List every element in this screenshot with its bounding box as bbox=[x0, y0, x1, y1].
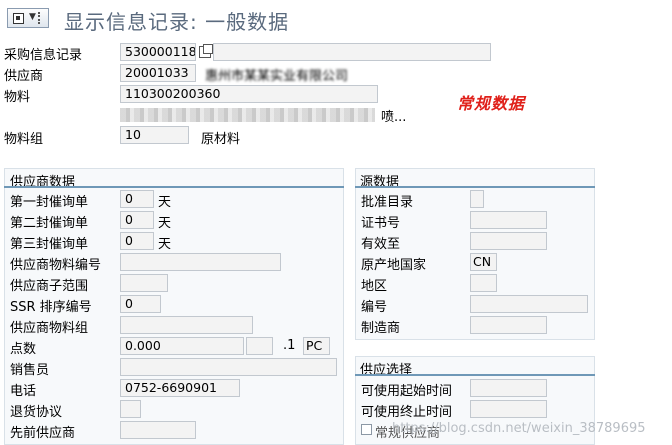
chevron-down-icon: ▼ bbox=[29, 12, 36, 22]
points-field[interactable]: 0.000 bbox=[120, 337, 244, 355]
approved-list-label: 批准目录 bbox=[361, 195, 414, 210]
return-agreement-label: 退货协议 bbox=[10, 405, 63, 420]
country-origin-label: 原产地国家 bbox=[361, 258, 427, 273]
first-reminder-label: 第一封催询单 bbox=[10, 195, 89, 210]
vendor-name-text: 惠州市某某实业有限公司 bbox=[205, 69, 349, 84]
system-menu-button[interactable]: ▼ bbox=[7, 8, 49, 28]
salesperson-label: 销售员 bbox=[10, 363, 50, 378]
record-number-field[interactable]: 5300001188 bbox=[120, 43, 196, 61]
vendor-data-divider bbox=[4, 186, 344, 188]
prior-vendor-label: 先前供应商 bbox=[10, 426, 76, 441]
origin-data-divider bbox=[355, 186, 595, 188]
material-desc-redacted bbox=[120, 108, 375, 122]
vendor-subrange-field[interactable] bbox=[120, 274, 168, 292]
second-reminder-unit: 天 bbox=[158, 216, 172, 231]
salesperson-field[interactable] bbox=[120, 358, 337, 376]
third-reminder-field[interactable]: 0 bbox=[120, 232, 154, 250]
points-currency-field[interactable] bbox=[246, 337, 273, 355]
regular-vendor-checkbox[interactable] bbox=[361, 424, 372, 435]
watermark-text: https://blog.csdn.net/weixin_38789695 bbox=[392, 421, 646, 436]
material-group-field[interactable]: 10 bbox=[120, 126, 189, 144]
material-group-desc: 原材料 bbox=[201, 132, 241, 147]
number-label: 编号 bbox=[361, 300, 388, 315]
second-reminder-field[interactable]: 0 bbox=[120, 211, 154, 229]
record-extra-field[interactable] bbox=[213, 43, 491, 61]
valid-to-label: 有效至 bbox=[361, 237, 401, 252]
return-agreement-field[interactable] bbox=[120, 400, 141, 418]
valid-to-field[interactable] bbox=[470, 232, 547, 250]
ssr-sort-label: SSR 排序编号 bbox=[10, 300, 92, 315]
approved-list-checkbox[interactable] bbox=[470, 190, 484, 208]
region-label: 地区 bbox=[361, 279, 388, 294]
prior-vendor-field[interactable] bbox=[120, 421, 196, 439]
number-field[interactable] bbox=[470, 295, 588, 313]
vendor-material-group-field[interactable] bbox=[120, 316, 253, 334]
manufacturer-label: 制造商 bbox=[361, 321, 401, 336]
vendor-field[interactable]: 20001033 bbox=[120, 64, 196, 82]
grip-icon bbox=[38, 12, 46, 24]
certificate-label: 证书号 bbox=[361, 216, 401, 231]
first-reminder-unit: 天 bbox=[158, 195, 172, 210]
vendor-label: 供应商 bbox=[4, 69, 44, 84]
points-label: 点数 bbox=[10, 342, 37, 357]
phone-label: 电话 bbox=[10, 384, 37, 399]
certificate-field[interactable] bbox=[470, 211, 547, 229]
manufacturer-field[interactable] bbox=[470, 316, 547, 334]
points-unit-field[interactable]: PC bbox=[303, 337, 330, 355]
window-icon bbox=[13, 13, 24, 24]
avail-from-label: 可使用起始时间 bbox=[361, 384, 453, 399]
supply-option-divider bbox=[355, 374, 595, 376]
material-field[interactable]: 110300200360 bbox=[120, 85, 378, 103]
third-reminder-unit: 天 bbox=[158, 237, 172, 252]
phone-field[interactable]: 0752-6690901 bbox=[120, 379, 240, 397]
vendor-material-no-label: 供应商物料编号 bbox=[10, 258, 102, 273]
ssr-sort-field[interactable]: 0 bbox=[120, 295, 161, 313]
annotation-note: 常规数据 bbox=[457, 94, 526, 113]
vendor-material-no-field[interactable] bbox=[120, 253, 281, 271]
avail-to-label: 可使用终止时间 bbox=[361, 405, 453, 420]
points-per-text: .1 bbox=[283, 338, 296, 353]
copy-icon[interactable] bbox=[199, 44, 213, 58]
country-origin-field[interactable]: CN bbox=[470, 253, 497, 271]
material-desc-tail: 喷... bbox=[381, 110, 407, 125]
page-title: 显示信息记录: 一般数据 bbox=[64, 10, 290, 34]
first-reminder-field[interactable]: 0 bbox=[120, 190, 154, 208]
material-group-label: 物料组 bbox=[4, 132, 44, 147]
region-field[interactable] bbox=[470, 274, 497, 292]
vendor-material-group-label: 供应商物料组 bbox=[10, 321, 89, 336]
record-label: 采购信息记录 bbox=[4, 48, 83, 63]
avail-from-field[interactable] bbox=[470, 379, 547, 397]
third-reminder-label: 第三封催询单 bbox=[10, 237, 89, 252]
material-label: 物料 bbox=[4, 90, 31, 105]
vendor-subrange-label: 供应商子范围 bbox=[10, 279, 89, 294]
second-reminder-label: 第二封催询单 bbox=[10, 216, 89, 231]
avail-to-field[interactable] bbox=[470, 400, 547, 418]
